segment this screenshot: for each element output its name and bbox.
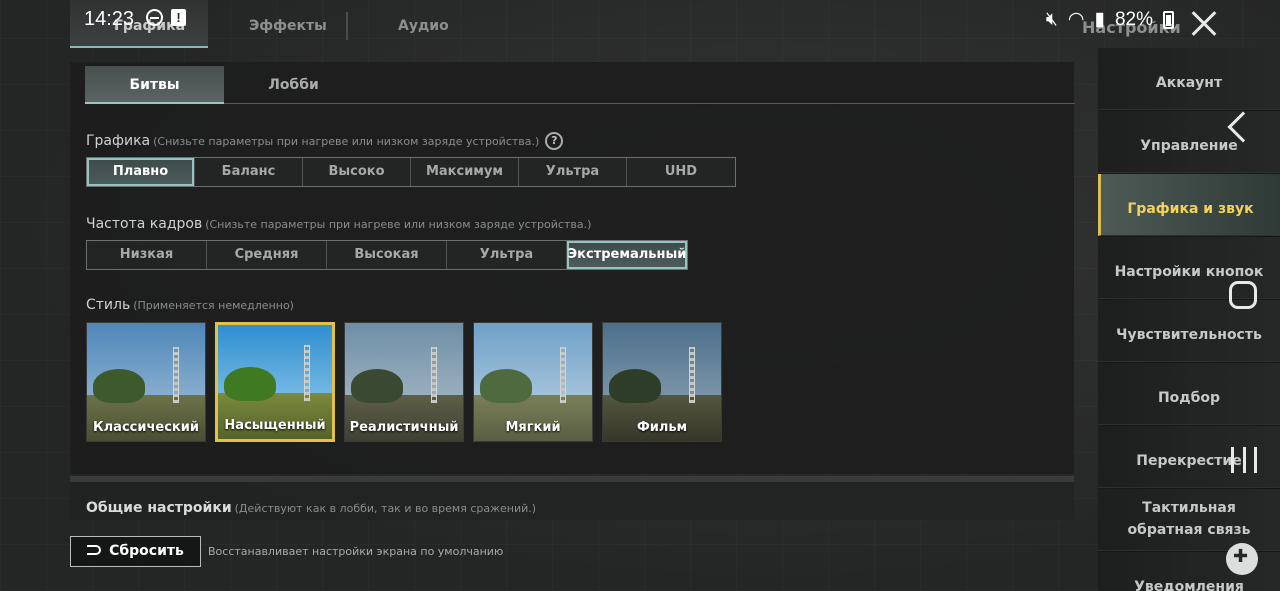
style-option-2[interactable]: Насыщенный — [215, 322, 335, 442]
style-option-3[interactable]: Реалистичный — [344, 322, 464, 442]
style-option-label: Реалистичный — [349, 420, 459, 435]
graphics-option-3[interactable]: Высоко — [303, 158, 411, 186]
graphics-option-1[interactable]: Плавно — [87, 158, 195, 186]
style-option-label: Классический — [93, 420, 199, 435]
style-option-label: Насыщенный — [224, 418, 326, 433]
style-option-5[interactable]: Фильм — [602, 322, 722, 442]
sidebar-item-label: Подбор — [1157, 390, 1221, 406]
style-option-1[interactable]: Классический — [86, 322, 206, 442]
style-option-label: Фильм — [636, 420, 688, 435]
fps-section-label: Частота кадров (Снизьте параметры при наг… — [86, 216, 591, 232]
sidebar-item-3[interactable]: Графика и звук — [1098, 174, 1280, 236]
graphics-section-label: Графика (Снизьте параметры при нагреве ил… — [86, 132, 564, 150]
fps-label: Частота кадров — [86, 216, 203, 232]
recent-apps-icon[interactable] — [1231, 447, 1257, 473]
graphics-quality-selector: Плавно Баланс Высоко Максимум Ультра UHD — [86, 157, 736, 187]
style-option-label: Мягкий — [505, 420, 561, 435]
graphics-option-5[interactable]: Ультра — [519, 158, 627, 186]
settings-panel: Битвы Лобби Графика (Снизьте параметры пр… — [70, 62, 1075, 474]
style-preview-tree — [224, 367, 276, 401]
fps-option-1[interactable]: Низкая — [87, 241, 207, 269]
sidebar-item-8[interactable]: Тактильная обратная связь — [1098, 489, 1280, 551]
style-preview-tower — [689, 347, 695, 403]
battery-percent: 82% — [1114, 8, 1153, 30]
signal-icon: ▮ — [1094, 9, 1105, 30]
home-icon[interactable] — [1229, 281, 1257, 309]
style-label: Стиль — [86, 297, 131, 313]
style-preview-tower — [173, 347, 179, 403]
fps-selector: Низкая Средняя Высокая Ультра Экстремальный — [86, 240, 688, 270]
style-preview-tree — [351, 369, 403, 403]
close-icon[interactable] — [1186, 6, 1222, 42]
graphics-option-2[interactable]: Баланс — [195, 158, 303, 186]
reset-button[interactable]: Сбросить — [70, 536, 201, 567]
fps-hint: (Снизьте параметры при нагреве или низко… — [205, 218, 592, 231]
fps-option-4[interactable]: Ультра — [447, 241, 567, 269]
style-preview-tree — [93, 369, 145, 403]
reset-description: Восстанавливает настройки экрана по умол… — [208, 545, 504, 558]
subtab-battles[interactable]: Битвы — [85, 66, 224, 104]
sidebar-item-1[interactable]: Аккаунт — [1098, 48, 1280, 110]
sidebar-item-label: Настройки кнопок — [1114, 264, 1264, 280]
help-icon[interactable]: ? — [545, 132, 564, 150]
undo-icon — [87, 545, 102, 555]
style-option-4[interactable]: Мягкий — [473, 322, 593, 442]
mute-icon: 🔇︎ — [1045, 8, 1058, 30]
battery-icon — [1163, 10, 1174, 29]
graphics-label: Графика — [86, 133, 151, 149]
sub-tabs: Битвы Лобби — [85, 66, 1075, 104]
style-preview-tower — [304, 345, 310, 401]
wifi-icon: ◠ — [1067, 9, 1085, 30]
status-time: 14:23 — [84, 8, 135, 30]
alert-icon: ! — [171, 9, 186, 26]
general-label: Общие настройки — [86, 500, 232, 516]
fps-option-2[interactable]: Средняя — [207, 241, 327, 269]
style-preview-tree — [480, 369, 532, 403]
style-section-label: Стиль (Применяется немедленно) — [86, 297, 294, 313]
sidebar-item-label: Аккаунт — [1155, 75, 1223, 91]
general-hint: (Действуют как в лобби, так и во время с… — [234, 502, 537, 515]
style-hint: (Применяется немедленно) — [133, 299, 294, 312]
graphics-option-6[interactable]: UHD — [627, 158, 735, 186]
sidebar-item-label: Графика и звук — [1127, 201, 1254, 217]
fps-option-3[interactable]: Высокая — [327, 241, 447, 269]
style-selector: Классический Насыщенный Реалистичный Мягкий… — [86, 322, 722, 442]
general-section-label: Общие настройки (Действуют как в лобби, т… — [86, 500, 536, 516]
game-tools-icon[interactable] — [1226, 543, 1258, 575]
do-not-disturb-icon — [146, 9, 163, 26]
style-preview-tree — [609, 369, 661, 403]
subtab-lobby[interactable]: Лобби — [224, 66, 363, 104]
status-bar: 14:23 ! 🔇︎ ◠ ▮ 82% — [0, 0, 1280, 40]
sidebar-item-5[interactable]: Чувствительность — [1098, 300, 1280, 362]
style-preview-tower — [431, 347, 437, 403]
style-preview-tower — [560, 347, 566, 403]
fps-option-5[interactable]: Экстремальный — [567, 241, 687, 269]
reset-label: Сбросить — [109, 543, 184, 559]
graphics-option-4[interactable]: Максимум — [411, 158, 519, 186]
sidebar-item-label: Тактильная обратная связь — [1127, 500, 1251, 538]
graphics-hint: (Снизьте параметры при нагреве или низко… — [153, 135, 540, 148]
sidebar-item-6[interactable]: Подбор — [1098, 363, 1280, 425]
